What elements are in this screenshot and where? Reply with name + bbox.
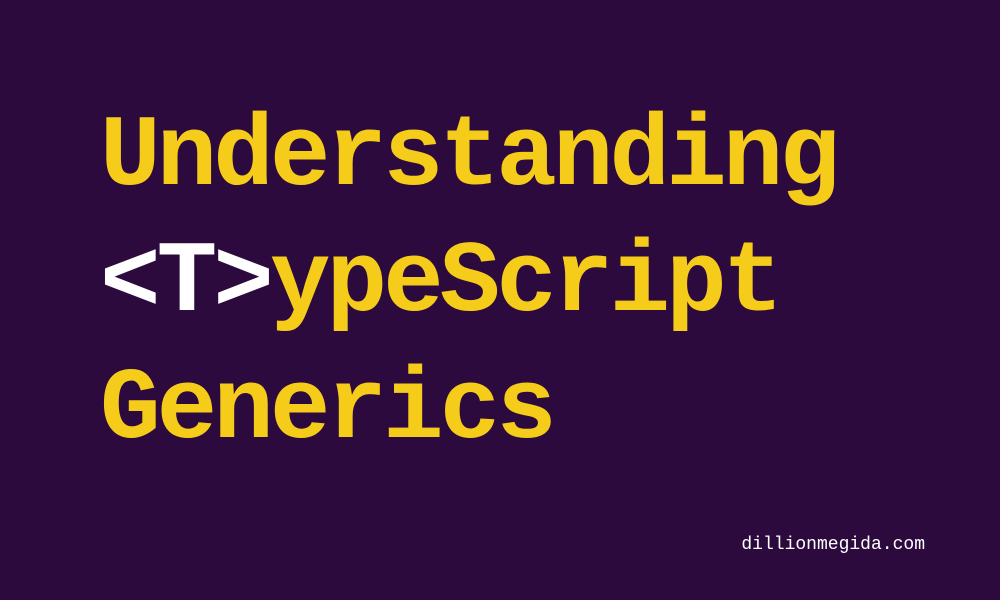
title-line-1: Understanding: [100, 95, 836, 221]
footer-url: dillionmegida.com: [741, 535, 925, 555]
title-line-2: <T>ypeScript: [100, 221, 836, 347]
title-block: Understanding <T>ypeScript Generics: [100, 95, 836, 474]
title-line-3: Generics: [100, 348, 836, 474]
title-line-2-rest: ypeScript: [270, 227, 780, 341]
generic-tag: <T>: [100, 227, 270, 341]
